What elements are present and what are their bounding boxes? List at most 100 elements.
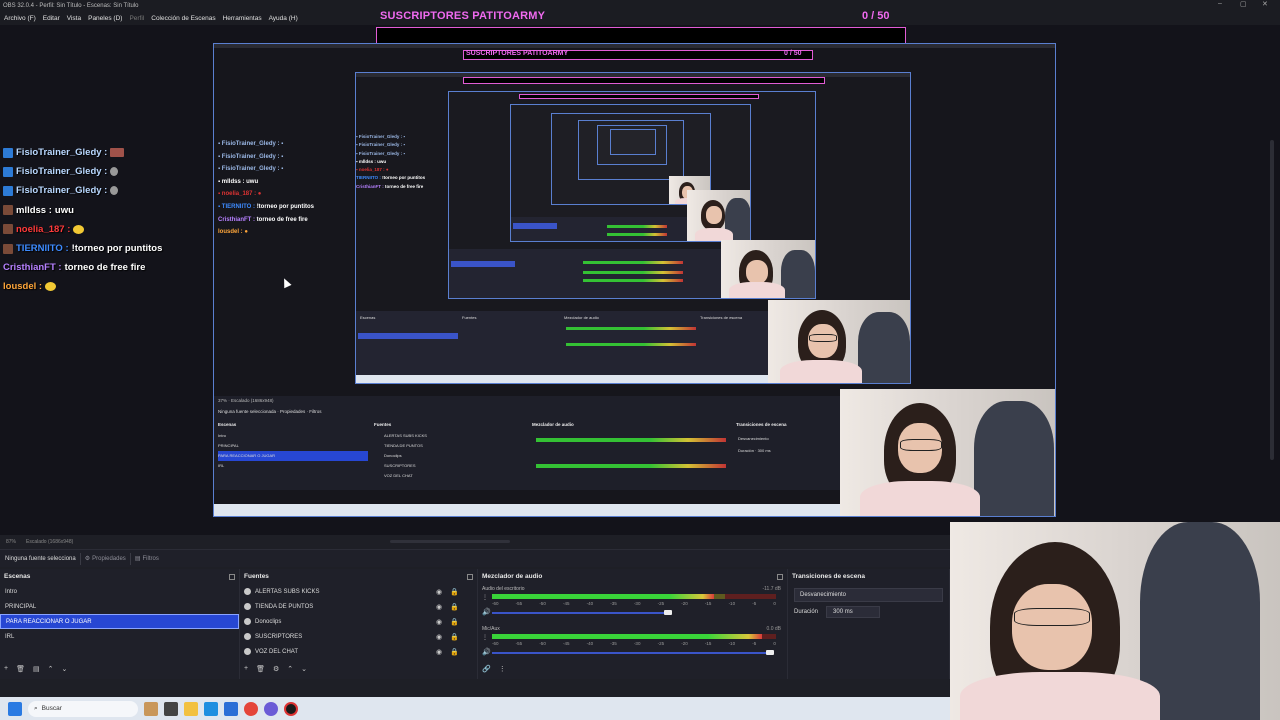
menu-item-1[interactable]: Editar <box>43 15 60 22</box>
visibility-eye-icon[interactable]: ◉ <box>436 588 442 596</box>
file-explorer-icon[interactable] <box>184 701 198 716</box>
obs-icon[interactable] <box>284 701 298 716</box>
chat-username: mlldss : <box>16 204 52 216</box>
visibility-eye-icon[interactable]: ◉ <box>436 603 442 611</box>
visibility-eye-icon[interactable]: ◉ <box>436 633 442 641</box>
scale-tick: -40 <box>586 641 594 646</box>
chat-message: lousdel : <box>3 277 203 296</box>
speaker-icon[interactable]: 🔊 <box>482 648 491 656</box>
channel-menu-icon[interactable]: ⋮ <box>482 634 488 641</box>
zoom-level[interactable]: 87% <box>6 539 16 545</box>
gear-icon[interactable]: ⚙ <box>273 665 279 673</box>
menu-item-5[interactable]: Colección de Escenas <box>151 15 215 22</box>
chat-text: !torneo por puntitos <box>71 243 163 255</box>
transition-value: Desvanecimiento <box>800 592 847 598</box>
sources-dock: Fuentes ALERTAS SUBS KICKS ◉ 🔒 TIENDA DE PU… <box>240 569 478 679</box>
volume-fader[interactable] <box>492 652 771 654</box>
source-item[interactable]: ALERTAS SUBS KICKS ◉ 🔒 <box>240 584 477 599</box>
filters-button[interactable]: ▤ Filtros <box>134 555 159 563</box>
transitions-dock: Transiciones de escena Desvanecimiento D… <box>788 569 950 679</box>
source-label: SUSCRIPTORES <box>255 633 303 640</box>
move-down-icon[interactable]: ⌄ <box>61 665 67 673</box>
close-icon[interactable]: ✕ <box>1262 0 1268 8</box>
edge-icon[interactable] <box>204 701 218 716</box>
source-toolbar: Ninguna fuente selecciona ⚙ Propiedades … <box>0 549 950 567</box>
filter-icon[interactable]: ▤ <box>33 665 40 673</box>
filters-label: Filtros <box>142 555 159 562</box>
preview-scrollbar[interactable] <box>1270 140 1274 460</box>
widget-icon[interactable] <box>144 701 158 716</box>
scale-tick: 0 <box>773 601 776 606</box>
source-item[interactable]: TIENDA DE PUNTOS ◉ 🔒 <box>240 599 477 614</box>
channel-db: -11.7 dB <box>762 586 781 592</box>
move-up-icon[interactable]: ⌃ <box>287 665 293 673</box>
store-icon[interactable] <box>224 701 238 716</box>
fader-knob[interactable] <box>664 610 673 615</box>
menu-item-3[interactable]: Paneles (D) <box>88 15 122 22</box>
scale-tick: -20 <box>681 641 688 646</box>
more-options-icon[interactable]: ⋮ <box>499 665 506 673</box>
task-view-icon[interactable] <box>164 701 178 716</box>
visibility-eye-icon[interactable]: ◉ <box>436 648 442 656</box>
scale-tick: -45 <box>562 641 570 646</box>
chat-username: TIERNIITO : <box>16 243 69 255</box>
duration-label: Duración <box>794 609 819 615</box>
speaker-icon[interactable]: 🔊 <box>482 608 491 616</box>
windows-taskbar: ⌕ Buscar <box>0 697 950 720</box>
windows-start-icon[interactable] <box>8 701 22 716</box>
chat-message: CristhianFT : torneo de free fire <box>3 258 203 277</box>
lock-icon[interactable]: 🔒 <box>450 618 459 626</box>
nested-preview-2: ▪ FisioTrainer_Gledy : ▪ ▪ FisioTrainer_… <box>355 72 911 384</box>
scaling-label[interactable]: Escalado (1686x948) <box>26 539 73 545</box>
scale-tick: -5 <box>752 601 757 606</box>
discord-icon[interactable] <box>264 701 278 716</box>
source-item[interactable]: Donoclips ◉ 🔒 <box>240 614 477 629</box>
browser-source-icon <box>244 603 251 610</box>
sources-title: Fuentes <box>244 573 269 580</box>
filter-icon: ▤ <box>134 556 141 562</box>
menu-item-6[interactable]: Herramientas <box>223 15 262 22</box>
twitch-badge-icon <box>3 185 13 196</box>
meter-scale: -60 -55 -50 -45 -40 -35 -30 -25 -20 -15 -10 -5 0 <box>492 641 776 647</box>
scene-item[interactable]: IRL <box>0 629 239 644</box>
visibility-eye-icon[interactable]: ◉ <box>436 618 442 626</box>
add-icon[interactable]: + <box>244 665 248 673</box>
menu-item-7[interactable]: Ayuda (H) <box>269 15 298 22</box>
scene-item[interactable]: Intro <box>0 584 239 599</box>
chrome-icon[interactable] <box>244 701 258 716</box>
maximize-icon[interactable]: ▢ <box>1240 0 1247 8</box>
transition-select[interactable]: Desvanecimiento <box>794 588 943 602</box>
undock-icon[interactable] <box>229 573 235 580</box>
minimize-icon[interactable]: – <box>1218 0 1222 7</box>
properties-button[interactable]: ⚙ Propiedades <box>85 555 126 563</box>
link-icon[interactable]: 🔗 <box>482 665 491 673</box>
duration-input[interactable]: 300 ms <box>826 606 881 618</box>
channel-menu-icon[interactable]: ⋮ <box>482 594 488 601</box>
menu-item-4[interactable]: Perfil <box>129 15 144 22</box>
undock-icon[interactable] <box>467 573 473 580</box>
move-down-icon[interactable]: ⌄ <box>301 665 307 673</box>
trash-icon[interactable]: 🗑 <box>256 665 265 673</box>
lock-icon[interactable]: 🔒 <box>450 633 459 641</box>
scene-item[interactable]: PARA REACCIONAR O JUGAR <box>0 614 239 629</box>
volume-fader[interactable] <box>492 612 669 614</box>
trash-icon[interactable]: 🗑 <box>16 665 25 673</box>
volume-meter-level <box>492 634 762 639</box>
scale-tick: -15 <box>704 601 712 606</box>
lock-icon[interactable]: 🔒 <box>450 648 459 656</box>
undock-icon[interactable] <box>777 573 783 580</box>
source-item[interactable]: SUSCRIPTORES ◉ 🔒 <box>240 629 477 644</box>
mixer-title: Mezclador de audio <box>482 573 543 580</box>
scene-item[interactable]: PRINCIPAL <box>0 599 239 614</box>
menu-item-0[interactable]: Archivo (F) <box>4 15 36 22</box>
lock-icon[interactable]: 🔒 <box>450 603 459 611</box>
move-up-icon[interactable]: ⌃ <box>48 665 54 673</box>
source-label: VOZ DEL CHAT <box>255 648 299 655</box>
taskbar-search[interactable]: ⌕ Buscar <box>28 700 138 717</box>
fader-knob[interactable] <box>766 650 775 655</box>
lock-icon[interactable]: 🔒 <box>450 588 459 596</box>
source-item[interactable]: VOZ DEL CHAT ◉ 🔒 <box>240 644 477 659</box>
menu-item-2[interactable]: Vista <box>67 15 81 22</box>
search-placeholder: Buscar <box>41 705 62 712</box>
add-icon[interactable]: + <box>4 665 8 673</box>
